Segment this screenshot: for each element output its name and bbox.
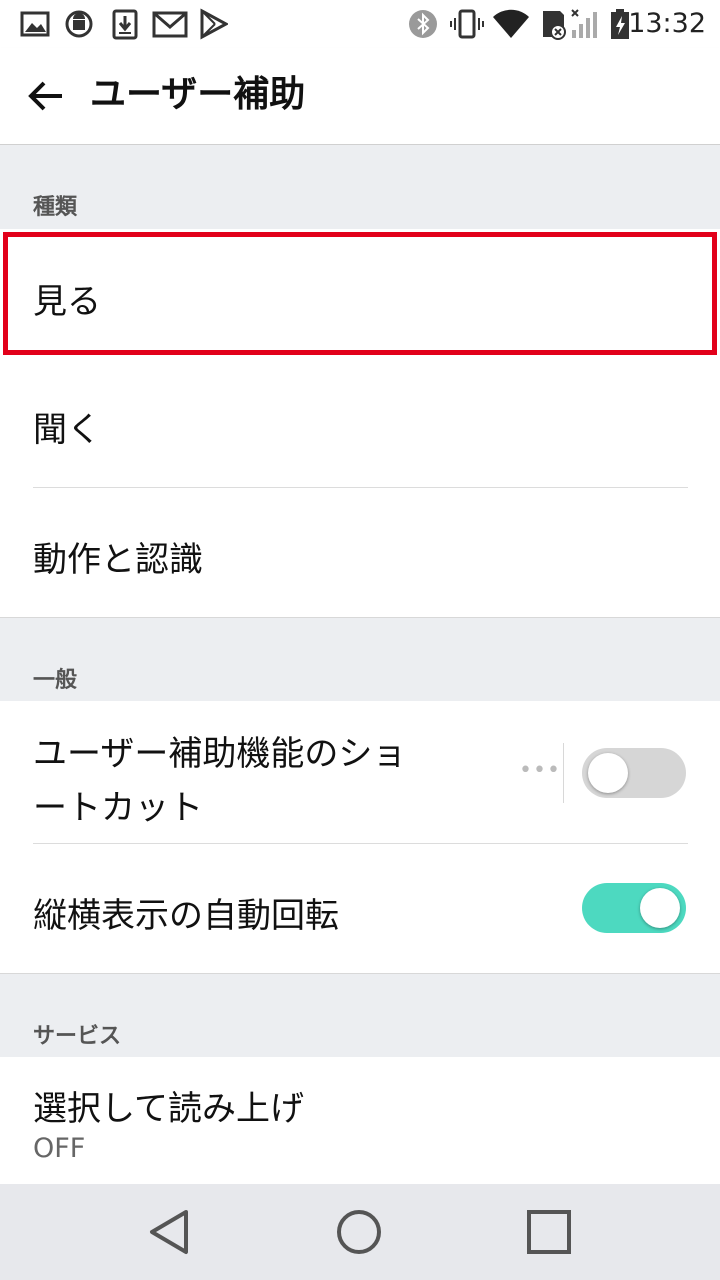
vertical-divider	[563, 743, 564, 803]
list-item-label: 選択して読み上げ	[33, 1089, 304, 1129]
list-item-auto-rotate[interactable]: 縦横表示の自動回転	[0, 844, 720, 973]
list-item-label: 聞く	[33, 410, 101, 450]
label-line-2: ートカット	[33, 788, 203, 828]
recents-square-icon[interactable]	[521, 1204, 577, 1260]
list-item-status: OFF	[33, 1133, 86, 1164]
list-item-label: 見る	[33, 282, 101, 322]
list-item-accessibility-shortcut[interactable]: ユーザー補助機能のショ ートカット •••	[0, 701, 720, 843]
list-item-label: 縦横表示の自動回転	[33, 896, 339, 936]
bluetooth-icon	[409, 10, 437, 38]
gmail-icon	[152, 11, 188, 38]
toggle-knob	[588, 753, 628, 793]
highlight-box	[3, 232, 717, 355]
toggle-knob	[640, 888, 680, 928]
signal-icon	[571, 9, 597, 38]
android-sync-icon	[65, 10, 93, 38]
label-line-1: ユーザー補助機能のショ	[33, 734, 407, 774]
more-dots-icon[interactable]: •••	[519, 760, 561, 782]
list-item-hear[interactable]: 聞く	[0, 358, 720, 488]
page-title: ユーザー補助	[90, 74, 306, 115]
navigation-bar	[0, 1184, 720, 1280]
list-item-motion-recognition[interactable]: 動作と認識	[0, 488, 720, 617]
sd-card-icon	[543, 11, 566, 40]
status-bar: 13:32	[0, 0, 720, 48]
back-triangle-icon[interactable]	[142, 1204, 198, 1260]
list-item-label: ユーザー補助機能のショ ートカット	[33, 727, 406, 835]
auto-rotate-toggle[interactable]	[582, 883, 686, 933]
section-header-general: 一般	[0, 617, 720, 702]
home-circle-icon[interactable]	[331, 1204, 387, 1260]
play-store-icon	[200, 8, 228, 40]
arrow-back-icon[interactable]	[24, 74, 68, 118]
section-header-label: 種類	[33, 195, 78, 220]
shortcut-toggle[interactable]	[582, 748, 686, 798]
section-header-category: 種類	[0, 145, 720, 229]
status-clock: 13:32	[628, 8, 706, 39]
download-icon	[112, 9, 138, 40]
image-icon	[20, 11, 50, 37]
section-header-label: サービス	[33, 1024, 122, 1049]
list-item-select-to-speak[interactable]: 選択して読み上げ OFF	[0, 1057, 720, 1184]
wifi-icon	[493, 9, 529, 38]
app-bar: ユーザー補助	[0, 48, 720, 145]
section-header-services: サービス	[0, 973, 720, 1058]
list-item-see[interactable]: 見る	[0, 229, 720, 358]
section-header-label: 一般	[33, 668, 78, 693]
list-item-label: 動作と認識	[33, 540, 203, 580]
vibrate-icon	[450, 9, 484, 39]
